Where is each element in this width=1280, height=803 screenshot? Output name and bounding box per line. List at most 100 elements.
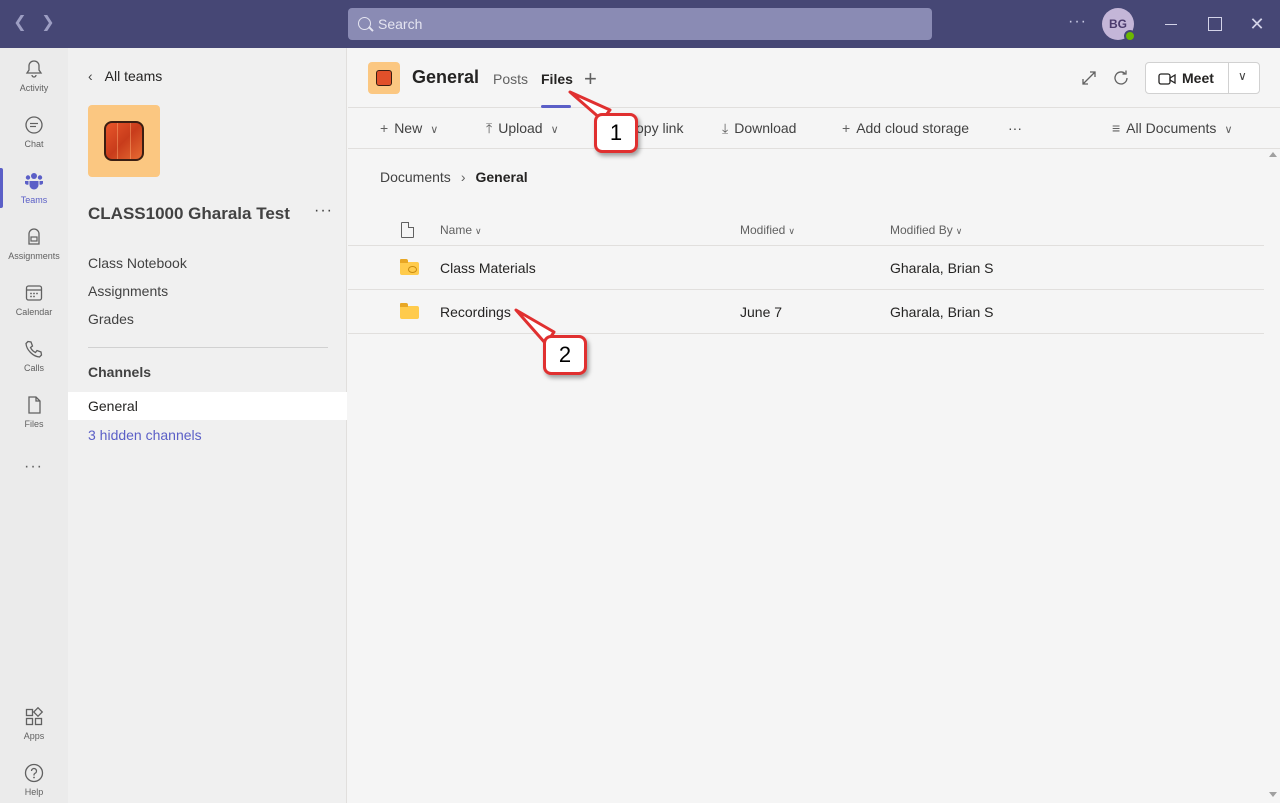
rail-item-chat[interactable]: Chat: [0, 104, 68, 160]
calendar-icon: [25, 285, 43, 301]
shared-folder-icon: [400, 259, 419, 275]
callout-2: 2: [543, 335, 587, 375]
all-teams-link[interactable]: ‹ All teams: [88, 68, 162, 84]
plus-icon: +: [380, 120, 389, 136]
rail-item-files[interactable]: Files: [0, 384, 68, 440]
rail-label: Chat: [24, 139, 44, 149]
rail-label: Assignments: [8, 251, 60, 261]
main-content: General Posts Files + Meet ∨ + New ∨ ⤒ Uplo…: [348, 48, 1280, 803]
help-icon: [24, 763, 44, 783]
refresh-icon[interactable]: [1111, 68, 1131, 88]
presence-status-icon: [1124, 30, 1136, 42]
rail-item-activity[interactable]: Activity: [0, 48, 68, 104]
files-toolbar: + New ∨ ⤒ Upload ∨ opy link ⤓ Download + Add c…: [348, 109, 1280, 149]
app-rail: Activity Chat Teams Assignments Calendar…: [0, 48, 68, 803]
rail-item-help[interactable]: Help: [0, 752, 68, 803]
rail-label: Teams: [20, 195, 48, 205]
plus-icon: +: [842, 120, 851, 136]
rail-item-teams[interactable]: Teams: [0, 160, 68, 216]
rail-label: Files: [24, 419, 44, 429]
breadcrumb-documents[interactable]: Documents: [380, 169, 451, 185]
new-label: New: [394, 120, 423, 136]
hidden-channels-link[interactable]: 3 hidden channels: [88, 427, 202, 443]
chevron-down-icon: ∨: [1224, 124, 1233, 136]
phone-icon: [25, 340, 43, 358]
grades-link[interactable]: Grades: [88, 311, 134, 327]
avatar-initials: BG: [1109, 17, 1127, 31]
table-row[interactable]: Recordings June 7 Gharala, Brian S: [348, 290, 1264, 334]
chevron-left-icon: ‹: [88, 68, 93, 84]
column-name-label: Name: [440, 223, 473, 237]
modified-by: Gharala, Brian S: [890, 304, 994, 320]
file-icon: [28, 396, 41, 414]
team-more-options-icon[interactable]: ···: [314, 202, 333, 220]
new-button[interactable]: + New ∨: [380, 120, 438, 136]
copy-link-button[interactable]: opy link: [636, 120, 683, 136]
file-name[interactable]: Class Materials: [440, 260, 536, 276]
meet-button[interactable]: Meet ∨: [1145, 62, 1260, 94]
file-name[interactable]: Recordings: [440, 304, 511, 320]
scrollbar[interactable]: [1266, 150, 1280, 803]
search-placeholder: Search: [378, 16, 423, 32]
column-header-name[interactable]: Name ∨: [440, 223, 482, 237]
assignments-icon: [28, 228, 40, 245]
copy-link-label: opy link: [636, 120, 684, 136]
scroll-down-icon[interactable]: [1269, 792, 1277, 797]
video-camera-icon: [1158, 73, 1176, 85]
view-label: All Documents: [1126, 120, 1217, 136]
column-header-modified[interactable]: Modified ∨: [740, 223, 795, 237]
column-modified-by-label: Modified By: [890, 223, 953, 237]
close-button[interactable]: ✕: [1246, 13, 1268, 35]
table-header: Name ∨ Modified ∨ Modified By ∨: [348, 208, 1264, 246]
back-arrow-icon[interactable]: ❮: [10, 13, 30, 33]
download-button[interactable]: ⤓ Download: [722, 120, 796, 137]
download-label: Download: [734, 120, 797, 136]
rail-item-calls[interactable]: Calls: [0, 328, 68, 384]
forward-arrow-icon[interactable]: ❯: [38, 13, 58, 33]
chat-icon: [25, 116, 43, 134]
breadcrumb: Documents › General: [380, 169, 528, 185]
channel-logo: [368, 62, 400, 94]
upload-label: Upload: [498, 120, 543, 136]
more-options-icon[interactable]: ···: [1068, 13, 1087, 31]
class-notebook-link[interactable]: Class Notebook: [88, 255, 187, 271]
rail-label: Activity: [19, 83, 49, 93]
channel-title: General: [412, 67, 480, 87]
avatar[interactable]: BG: [1102, 8, 1136, 42]
column-header-modified-by[interactable]: Modified By ∨: [890, 223, 962, 237]
rail-item-assignments[interactable]: Assignments: [0, 216, 68, 272]
callout-1: 1: [594, 113, 638, 153]
apps-icon: [25, 707, 44, 726]
tab-files[interactable]: Files: [541, 71, 573, 87]
more-apps-icon[interactable]: ···: [24, 458, 44, 476]
assignments-link[interactable]: Assignments: [88, 283, 168, 299]
team-name: CLASS1000 Gharala Test: [88, 204, 290, 223]
channel-label: General: [88, 398, 138, 414]
chevron-down-icon: ∨: [788, 226, 795, 236]
scroll-up-icon[interactable]: [1269, 152, 1277, 157]
chevron-down-icon[interactable]: ∨: [1238, 69, 1247, 83]
rail-label: Apps: [23, 731, 45, 741]
files-table: Name ∨ Modified ∨ Modified By ∨ Class Mater…: [348, 208, 1264, 334]
minimize-button[interactable]: [1160, 13, 1182, 35]
table-row[interactable]: Class Materials Gharala, Brian S: [348, 246, 1264, 290]
team-panel: ‹ All teams CLASS1000 Gharala Test ··· Cl…: [68, 48, 347, 803]
add-cloud-storage-button[interactable]: + Add cloud storage: [842, 120, 969, 136]
rail-item-calendar[interactable]: Calendar: [0, 272, 68, 328]
expand-icon[interactable]: [1079, 68, 1099, 88]
all-teams-label: All teams: [104, 68, 163, 84]
chevron-down-icon: ∨: [475, 226, 482, 236]
breadcrumb-current: General: [475, 169, 528, 185]
search-input[interactable]: Search: [348, 8, 932, 40]
maximize-button[interactable]: [1203, 13, 1225, 35]
rail-label: Help: [24, 787, 44, 797]
upload-icon: ⤒: [486, 120, 493, 136]
tab-posts[interactable]: Posts: [493, 71, 528, 87]
view-selector[interactable]: ≡ All Documents ∨: [1112, 120, 1233, 136]
channel-item-general[interactable]: General: [68, 392, 347, 420]
rail-item-apps[interactable]: Apps: [0, 696, 68, 752]
list-icon: ≡: [1112, 120, 1121, 136]
file-type-icon[interactable]: [401, 222, 414, 238]
toolbar-more-icon[interactable]: ···: [1008, 120, 1022, 136]
upload-button[interactable]: ⤒ Upload ∨: [486, 120, 559, 137]
